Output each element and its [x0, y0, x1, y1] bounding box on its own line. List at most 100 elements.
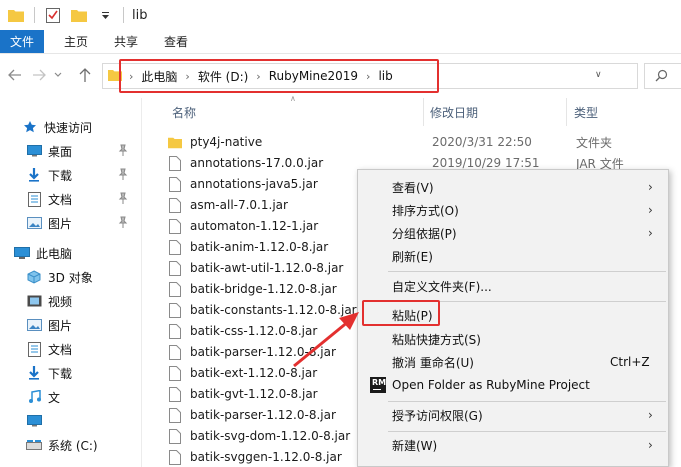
menu-item-refresh[interactable]: 刷新(E) — [358, 245, 668, 267]
toolbar-divider — [123, 7, 124, 23]
menu-item-sort-by[interactable]: 排序方式(O) › — [358, 199, 668, 221]
menu-item-customize-folder[interactable]: 自定义文件夹(F)... — [358, 275, 668, 297]
drive-icon — [26, 437, 42, 453]
nav-item-downloads[interactable]: 下载 — [0, 362, 141, 384]
nav-item-label: 下载 — [48, 168, 73, 183]
tab-file[interactable]: 文件 — [0, 30, 44, 53]
file-date: 2019/10/29 17:51 — [432, 156, 540, 170]
nav-item-label: 视频 — [48, 294, 73, 309]
file-icon — [168, 302, 182, 318]
new-folder-icon[interactable] — [69, 5, 89, 25]
nav-item-label: 下载 — [48, 366, 73, 381]
menu-item-label: 自定义文件夹(F)... — [392, 279, 492, 294]
nav-item-quick-access[interactable]: 快速访问 — [0, 116, 141, 138]
menu-item-label: 粘贴快捷方式(S) — [392, 332, 481, 347]
file-icon — [168, 323, 182, 339]
file-name: pty4j-native — [190, 135, 263, 149]
nav-item-label: 此电脑 — [36, 246, 73, 261]
menu-item-grant-access[interactable]: 授予访问权限(G) › — [358, 404, 668, 426]
menu-item-group-by[interactable]: 分组依据(P) › — [358, 222, 668, 244]
nav-item-desktop[interactable]: 桌面 — [0, 140, 141, 162]
column-header-type[interactable]: 类型 — [574, 104, 598, 121]
nav-item-videos[interactable]: 视频 — [0, 290, 141, 312]
nav-item-label: 图片 — [48, 318, 73, 333]
menu-item-label: 刷新(E) — [392, 249, 433, 264]
customize-toolbar-icon[interactable] — [95, 5, 115, 25]
pin-icon[interactable] — [118, 192, 128, 207]
tab-view[interactable]: 查看 — [151, 30, 201, 53]
folder-icon[interactable] — [6, 5, 26, 25]
menu-item-label: 新建(W) — [392, 438, 438, 453]
nav-item-this-pc[interactable]: 此电脑 — [0, 242, 141, 264]
file-icon — [168, 407, 182, 423]
menu-item-paste-shortcut[interactable]: 粘贴快捷方式(S) — [358, 328, 668, 350]
back-arrow-icon[interactable] — [6, 66, 24, 84]
file-row[interactable]: pty4j-native 2020/3/31 22:50 文件夹 — [168, 132, 681, 152]
nav-item-music[interactable]: 文 — [0, 386, 141, 408]
properties-icon[interactable] — [43, 5, 63, 25]
nav-item-pictures[interactable]: 图片 — [0, 212, 141, 234]
nav-item-label: 快速访问 — [44, 120, 93, 135]
picture-icon — [26, 317, 42, 333]
nav-item-documents[interactable]: 文档 — [0, 188, 141, 210]
menu-divider — [388, 431, 666, 432]
pin-icon[interactable] — [118, 168, 128, 183]
chevron-right-icon: › — [648, 408, 653, 422]
nav-item-documents[interactable]: 文档 — [0, 338, 141, 360]
file-icon — [168, 428, 182, 444]
up-arrow-icon[interactable] — [76, 66, 94, 84]
address-highlight-annotation — [119, 59, 439, 93]
menu-item-undo-rename[interactable]: 撤消 重命名(U) Ctrl+Z — [358, 351, 668, 373]
nav-item-system-c[interactable]: 系统 (C:) — [0, 434, 141, 456]
file-icon — [168, 218, 182, 234]
paste-highlight-annotation — [362, 300, 440, 326]
nav-item-pictures[interactable]: 图片 — [0, 314, 141, 336]
nav-item-label: 桌面 — [48, 144, 73, 159]
file-icon — [168, 386, 182, 402]
column-header-name[interactable]: 名称 — [172, 104, 196, 121]
column-divider[interactable] — [566, 98, 567, 126]
menu-item-view[interactable]: 查看(V) › — [358, 176, 668, 198]
chevron-right-icon: › — [648, 180, 653, 194]
recent-locations-icon[interactable] — [52, 66, 64, 84]
nav-item-label: 文档 — [48, 342, 73, 357]
rubymine-icon: RM — [370, 377, 386, 393]
menu-item-new[interactable]: 新建(W) › — [358, 434, 668, 456]
file-icon — [168, 260, 182, 276]
nav-item-desktop[interactable] — [0, 410, 141, 432]
sort-caret-icon: ∧ — [290, 94, 296, 103]
menu-item-label: 授予访问权限(G) — [392, 408, 483, 423]
file-icon — [168, 365, 182, 381]
address-history-dropdown-icon[interactable]: ∨ — [595, 70, 602, 80]
folder-icon — [168, 134, 182, 150]
chevron-right-icon: › — [648, 438, 653, 452]
column-header-date[interactable]: 修改日期 — [430, 104, 478, 121]
forward-arrow-icon[interactable] — [30, 66, 48, 84]
pc-icon — [14, 245, 30, 261]
quick-access-toolbar — [6, 0, 132, 30]
menu-divider — [388, 271, 666, 272]
document-icon — [26, 191, 42, 207]
nav-item-downloads[interactable]: 下载 — [0, 164, 141, 186]
star-icon — [22, 119, 38, 135]
nav-item-label: 系统 (C:) — [48, 438, 98, 453]
nav-item-label: 图片 — [48, 216, 73, 231]
menu-item-label: 排序方式(O) — [392, 203, 459, 218]
desktop-icon — [26, 143, 42, 159]
cube-icon — [26, 269, 42, 285]
pin-icon[interactable] — [118, 144, 128, 159]
column-divider[interactable] — [423, 98, 424, 126]
search-input[interactable] — [644, 63, 681, 89]
nav-item-3d-objects[interactable]: 3D 对象 — [0, 266, 141, 288]
ribbon-tabs: 文件 主页 共享 查看 — [0, 30, 681, 54]
pin-icon[interactable] — [118, 216, 128, 231]
tab-home[interactable]: 主页 — [44, 30, 101, 53]
tab-share[interactable]: 共享 — [101, 30, 151, 53]
file-name: annotations-17.0.0.jar — [190, 156, 324, 170]
video-icon — [26, 293, 42, 309]
file-icon — [168, 281, 182, 297]
file-icon — [168, 176, 182, 192]
menu-item-open-rubymine[interactable]: RM Open Folder as RubyMine Project — [358, 374, 668, 396]
file-icon — [168, 239, 182, 255]
file-icon — [168, 344, 182, 360]
